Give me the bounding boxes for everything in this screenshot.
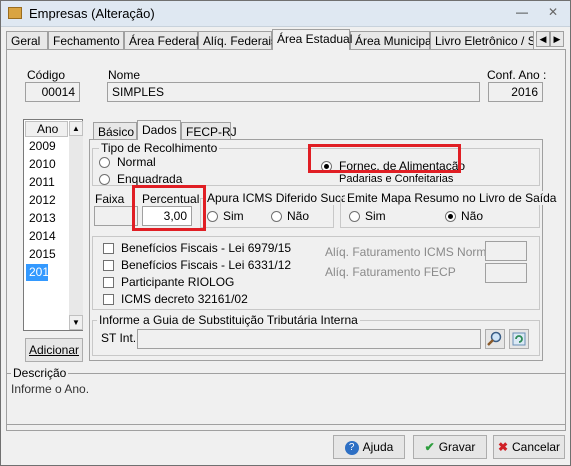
apura-sim-label: Sim (223, 209, 244, 223)
emite-mapa-title: Emite Mapa Resumo no Livro de Saída (345, 191, 559, 205)
window: Empresas (Alteração) — ✕ Geral Fechament… (0, 0, 571, 466)
list-item[interactable]: 2013 (26, 210, 68, 227)
descricao-text: Informe o Ano. (11, 382, 90, 396)
list-item[interactable]: 2009 (26, 138, 68, 155)
emite-mapa-group: Emite Mapa Resumo no Livro de Saída Sim … (340, 191, 559, 228)
adicionar-button[interactable]: Adicionar (25, 338, 83, 362)
beneficios-6979-label: Benefícios Fiscais - Lei 6979/15 (121, 241, 292, 255)
codigo-label: Código (27, 68, 66, 82)
refresh-icon[interactable] (509, 329, 529, 349)
list-item[interactable]: 2014 (26, 228, 68, 245)
apura-nao-radio[interactable] (271, 211, 282, 222)
ano-list-scrollbar[interactable]: ▲ ▼ (69, 121, 83, 330)
search-icon[interactable] (485, 329, 505, 349)
apura-icms-title: Apura ICMS Diferido Sucata (205, 191, 360, 205)
tab-area-estadual[interactable]: Área Estadual (272, 29, 352, 50)
beneficios-6331-checkbox[interactable] (103, 260, 114, 271)
descricao-label: Descrição (11, 366, 69, 380)
tab-aliq-federais[interactable]: Alíq. Federais (198, 31, 277, 49)
emite-sim-label: Sim (365, 209, 386, 223)
tab-area-federal[interactable]: Área Federal (124, 31, 198, 49)
codigo-field: 00014 (25, 82, 80, 102)
tab-fechamento[interactable]: Fechamento (48, 31, 124, 49)
tab-geral[interactable]: Geral (6, 31, 48, 49)
list-item-selected[interactable]: 2016 (26, 264, 56, 281)
descricao-group: Descrição Informe o Ano. (6, 366, 566, 425)
enquadrada-label: Enquadrada (117, 172, 183, 186)
beneficios-6331-label: Benefícios Fiscais - Lei 6331/12 (121, 258, 292, 272)
aliq-fat-icms-label: Alíq. Faturamento ICMS Normal (325, 245, 496, 259)
help-icon: ? (344, 440, 359, 455)
list-item[interactable]: 2012 (26, 192, 68, 209)
subtab-basico[interactable]: Básico (93, 122, 137, 139)
normal-radio[interactable] (99, 157, 110, 168)
emite-nao-label: Não (461, 209, 484, 223)
tab-scroll-right-icon[interactable]: ▶ (550, 31, 564, 47)
check-icon: ✔ (424, 440, 435, 454)
normal-label: Normal (117, 155, 156, 169)
faixa-label: Faixa (95, 192, 125, 206)
gravar-button[interactable]: ✔ Gravar (413, 435, 487, 459)
gravar-label: Gravar (438, 440, 476, 454)
ano-listbox[interactable]: Ano 2009 2010 2011 2012 2013 2014 2015 2… (23, 119, 83, 331)
guia-st-group: Informe a Guia de Substituição Tributári… (92, 313, 540, 356)
riolog-checkbox[interactable] (103, 277, 114, 288)
enquadrada-radio[interactable] (99, 174, 110, 185)
window-title: Empresas (Alteração) (29, 6, 155, 21)
apura-sim-radio[interactable] (207, 211, 218, 222)
conf-ano-field: 2016 (488, 82, 543, 102)
cancelar-label: Cancelar (512, 440, 561, 454)
app-icon (8, 7, 22, 19)
aliq-fat-fecp-label: Alíq. Faturamento FECP (325, 265, 456, 279)
icms-decreto-checkbox[interactable] (103, 294, 114, 305)
subtab-fecp-rj[interactable]: FECP-RJ (181, 122, 237, 139)
list-item[interactable]: 2011 (26, 174, 68, 191)
icms-decreto-label: ICMS decreto 32161/02 (121, 292, 248, 306)
minimize-button[interactable]: — (513, 5, 531, 21)
cancel-x-icon: ✖ (497, 440, 509, 454)
cancelar-button[interactable]: ✖ Cancelar (493, 435, 565, 459)
ajuda-button[interactable]: ? Ajuda (333, 435, 405, 459)
list-item[interactable]: 2010 (26, 156, 68, 173)
ano-list-header: Ano (25, 121, 68, 137)
apura-nao-label: Não (287, 209, 310, 223)
riolog-label: Participante RIOLOG (121, 275, 235, 289)
aliq-fat-fecp-field (485, 263, 527, 283)
subtab-dados[interactable]: Dados (137, 120, 181, 140)
list-item[interactable]: 2015 (26, 246, 68, 263)
tipo-recolhimento-title: Tipo de Recolhimento (99, 141, 220, 155)
tab-area-municipal[interactable]: Área Municipal (350, 31, 434, 49)
adicionar-label: Adicionar (28, 343, 80, 357)
tab-scroll-left-icon[interactable]: ◀ (536, 31, 550, 47)
beneficios-6979-checkbox[interactable] (103, 243, 114, 254)
aliq-fat-icms-field (485, 241, 527, 261)
st-int-label: ST Int. (101, 331, 137, 345)
beneficios-group: Benefícios Fiscais - Lei 6979/15 Benefíc… (92, 236, 540, 310)
apura-icms-group: Apura ICMS Diferido Sucata Sim Não (200, 191, 360, 228)
st-int-field[interactable] (137, 329, 481, 349)
nome-label: Nome (108, 68, 141, 82)
nome-field: SIMPLES (107, 82, 480, 102)
highlight-fornec-alimentacao (308, 144, 461, 173)
scroll-up-icon[interactable]: ▲ (69, 121, 83, 136)
highlight-percentual (132, 185, 206, 231)
tab-livro-eletronico[interactable]: Livro Eletrônico / SF (430, 31, 534, 49)
ajuda-label: Ajuda (362, 440, 394, 454)
title-bar: Empresas (Alteração) — ✕ (1, 1, 570, 27)
conf-ano-label: Conf. Ano : (487, 68, 547, 82)
padarias-label: Padarias e Confeitarias (339, 173, 454, 185)
scroll-down-icon[interactable]: ▼ (69, 315, 83, 330)
emite-nao-radio[interactable] (445, 211, 456, 222)
guia-st-title: Informe a Guia de Substituição Tributári… (97, 313, 360, 327)
main-tabs: Geral Fechamento Área Federal Alíq. Fede… (6, 29, 566, 50)
emite-sim-radio[interactable] (349, 211, 360, 222)
close-button[interactable]: ✕ (544, 5, 562, 21)
